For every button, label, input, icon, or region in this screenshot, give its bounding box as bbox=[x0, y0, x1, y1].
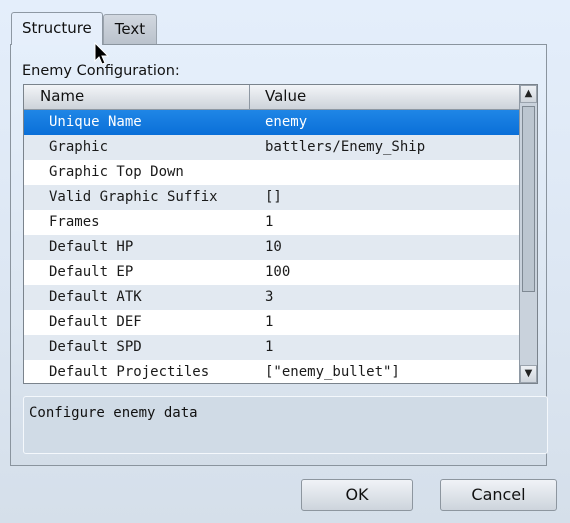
property-name: Default DEF bbox=[49, 314, 142, 330]
property-value[interactable]: enemy bbox=[250, 110, 526, 135]
cancel-button[interactable]: Cancel bbox=[440, 479, 557, 511]
grid-row[interactable]: Default DEF 1 bbox=[24, 310, 526, 335]
property-name: Unique Name bbox=[49, 114, 142, 130]
property-value[interactable]: 10 bbox=[250, 235, 526, 260]
grid-row[interactable]: Default ATK 3 bbox=[24, 285, 526, 310]
property-value[interactable]: 1 bbox=[250, 210, 526, 235]
property-name: Default HP bbox=[49, 239, 134, 255]
scroll-down-icon[interactable]: ▼ bbox=[520, 365, 537, 383]
vertical-scrollbar[interactable]: ▲ ▼ bbox=[519, 85, 537, 383]
property-name: Default Projectiles bbox=[49, 364, 210, 380]
ok-button[interactable]: OK bbox=[301, 479, 413, 511]
property-name: Valid Graphic Suffix bbox=[49, 189, 218, 205]
grid-row[interactable]: Default SPD 1 bbox=[24, 335, 526, 360]
property-name: Default SPD bbox=[49, 339, 142, 355]
property-value[interactable]: ["enemy_bullet"] bbox=[250, 360, 526, 383]
grid-row[interactable]: Default HP 10 bbox=[24, 235, 526, 260]
grid-row[interactable]: Default Projectiles ["enemy_bullet"] bbox=[24, 360, 526, 383]
scroll-up-icon[interactable]: ▲ bbox=[520, 85, 537, 103]
grid-row[interactable]: Valid Graphic Suffix [] bbox=[24, 185, 526, 210]
grid-row[interactable]: Frames 1 bbox=[24, 210, 526, 235]
column-header-name[interactable]: Name bbox=[24, 85, 250, 109]
property-grid: Name Value Unique Name enemy Graphic battle… bbox=[23, 84, 538, 384]
property-name: Graphic Top Down bbox=[49, 164, 184, 180]
property-name: Graphic bbox=[49, 139, 109, 155]
mouse-cursor-icon bbox=[94, 42, 110, 65]
grid-rows: Unique Name enemy Graphic battlers/Enemy_Sh… bbox=[24, 110, 526, 383]
property-name: Frames bbox=[49, 214, 100, 230]
property-value[interactable]: 1 bbox=[250, 335, 526, 360]
grid-row[interactable]: Unique Name enemy bbox=[24, 110, 526, 135]
property-name: Default ATK bbox=[49, 289, 142, 305]
grid-row[interactable]: Graphic Top Down bbox=[24, 160, 526, 185]
property-value[interactable] bbox=[250, 160, 526, 185]
tab-structure[interactable]: Structure bbox=[11, 12, 103, 45]
tab-bar: Structure Text bbox=[11, 12, 158, 45]
property-value[interactable]: [] bbox=[250, 185, 526, 210]
property-value[interactable]: 1 bbox=[250, 310, 526, 335]
scrollbar-thumb[interactable] bbox=[522, 106, 535, 292]
property-value[interactable]: 3 bbox=[250, 285, 526, 310]
property-value[interactable]: 100 bbox=[250, 260, 526, 285]
grid-row[interactable]: Graphic battlers/Enemy_Ship bbox=[24, 135, 526, 160]
column-header-value[interactable]: Value bbox=[250, 85, 526, 109]
property-value[interactable]: battlers/Enemy_Ship bbox=[250, 135, 526, 160]
grid-row[interactable]: Default EP 100 bbox=[24, 260, 526, 285]
description-box: Configure enemy data bbox=[23, 396, 548, 454]
property-name: Default EP bbox=[49, 264, 134, 280]
tab-text[interactable]: Text bbox=[102, 14, 158, 45]
tab-panel: Enemy Configuration: Name Value Unique N… bbox=[10, 44, 548, 466]
grid-header: Name Value bbox=[24, 85, 526, 110]
